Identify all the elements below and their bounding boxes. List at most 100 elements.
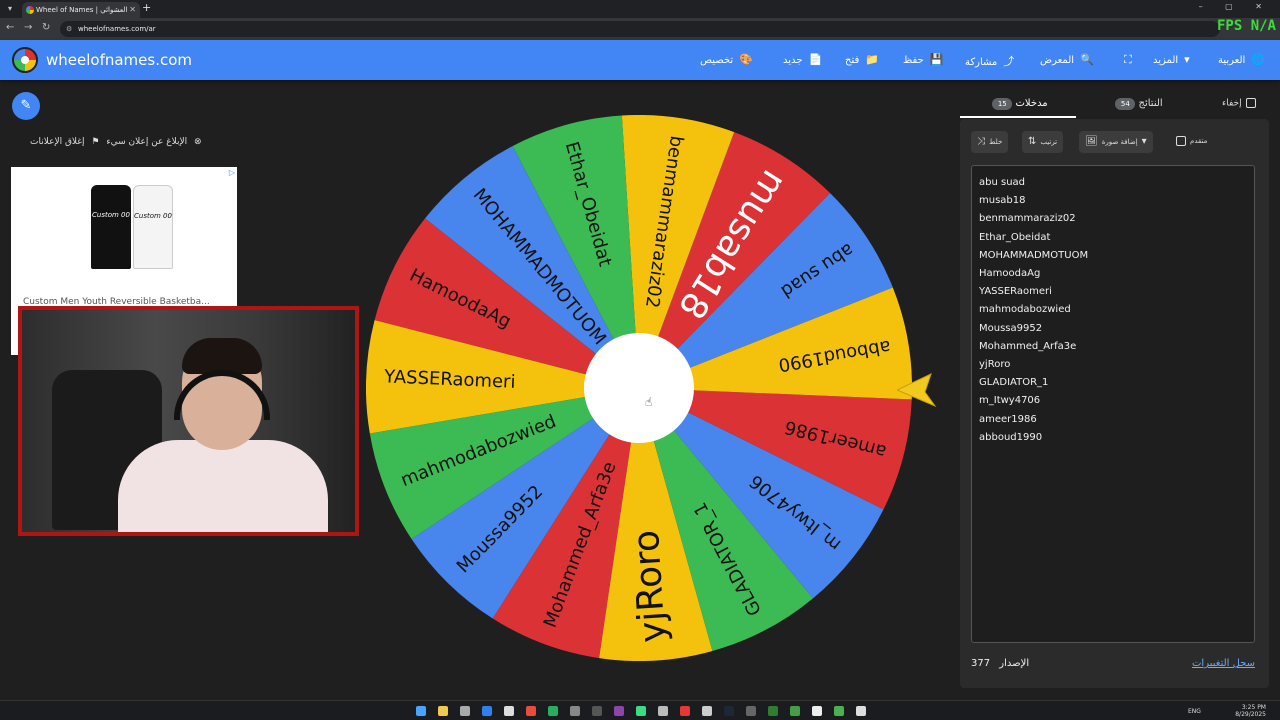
entry-line[interactable]: musab18: [979, 192, 1247, 210]
fullscreen-icon: ⛶: [1124, 53, 1132, 66]
site-info-icon[interactable]: ⚙: [66, 21, 72, 37]
chrome-icon[interactable]: [526, 706, 536, 716]
steam-icon[interactable]: [724, 706, 734, 716]
wheel-center-hub[interactable]: [584, 333, 694, 443]
shuffle-icon: ⤨: [977, 136, 985, 147]
app-icon[interactable]: [812, 706, 822, 716]
report-ad-link[interactable]: الإبلاغ عن إعلان سيء: [106, 137, 187, 147]
close-circle-icon[interactable]: ⊗: [194, 137, 202, 147]
entry-line[interactable]: HamoodaAg: [979, 265, 1247, 283]
fullscreen-button[interactable]: ⛶: [1118, 53, 1132, 67]
version-label: 377 الإصدار: [971, 658, 1030, 669]
clock[interactable]: 3:25 PM 8/29/2025: [1235, 704, 1266, 718]
flag-icon: ⚑: [91, 137, 100, 147]
entry-line[interactable]: abboud1990: [979, 429, 1247, 447]
back-icon[interactable]: ←: [6, 22, 14, 33]
entry-line[interactable]: mahmodabozwied: [979, 301, 1247, 319]
logo-icon[interactable]: [12, 47, 38, 73]
cursor-icon: ☝: [645, 395, 652, 409]
jersey-white-image: Custom 00: [133, 185, 173, 269]
sort-icon: ⇅: [1028, 136, 1037, 147]
edit-icon[interactable]: ✎: [12, 92, 40, 120]
entry-line[interactable]: abu suad: [979, 174, 1247, 192]
app-icon[interactable]: [658, 706, 668, 716]
app-icon[interactable]: [856, 706, 866, 716]
palette-icon: 🎨: [739, 53, 753, 66]
customize-button[interactable]: تخصيص 🎨: [700, 53, 753, 66]
entries-textarea[interactable]: abu suad musab18 benmammaraziz02 Ethar_Obei…: [971, 165, 1255, 643]
results-count-badge: 54: [1115, 98, 1136, 110]
app-icon[interactable]: [460, 706, 470, 716]
tab-results[interactable]: 54 النتائج: [1082, 90, 1192, 118]
open-button[interactable]: فتح 📁: [845, 53, 879, 66]
ad-controls: الإبلاغ عن إعلان سيء ⚑ إغلاق الإعلانات ⊗: [12, 137, 206, 147]
sort-button[interactable]: ⇅ ترتيب: [1022, 131, 1064, 153]
new-button[interactable]: جديد 📄: [783, 53, 822, 66]
close-tab-icon[interactable]: ✕: [129, 2, 136, 18]
forward-icon[interactable]: →: [24, 22, 32, 33]
entries-panel: ⤨ خلط ⇅ ترتيب 🖼 إضافة صورة ▾ متقدم abu suad m…: [960, 119, 1269, 688]
app-icon[interactable]: [592, 706, 602, 716]
more-button[interactable]: المزيد ▾: [1153, 53, 1190, 66]
chevron-down-icon: ▾: [1184, 53, 1190, 66]
app-icon[interactable]: [636, 706, 646, 716]
entry-line[interactable]: Ethar_Obeidat: [979, 229, 1247, 247]
chevron-down-icon: ▾: [1141, 136, 1147, 147]
gallery-button[interactable]: المعرض 🔍: [1040, 53, 1094, 66]
app-icon[interactable]: [680, 706, 690, 716]
changelog-link[interactable]: سجل التغييرات: [1192, 658, 1255, 669]
app-icon[interactable]: [614, 706, 624, 716]
wheel[interactable]: abu suadmusab18benmammaraziz02Ethar_Obei…: [366, 115, 912, 661]
app-icon[interactable]: [834, 706, 844, 716]
app-icon[interactable]: [548, 706, 558, 716]
url-field[interactable]: ⚙ wheelofnames.com/ar: [60, 21, 1220, 37]
share-button[interactable]: مشاركة ⤴: [965, 53, 1014, 69]
streamer-person: [118, 440, 328, 532]
entry-line[interactable]: Mohammed_Arfa3e: [979, 338, 1247, 356]
close-ads-link[interactable]: إغلاق الإعلانات: [30, 137, 85, 147]
app-icon[interactable]: [746, 706, 756, 716]
jersey-black-image: Custom 00: [91, 185, 131, 269]
entry-line[interactable]: ameer1986: [979, 411, 1247, 429]
app-icon[interactable]: [790, 706, 800, 716]
entry-line[interactable]: GLADIATOR_1: [979, 374, 1247, 392]
new-tab-icon[interactable]: +: [142, 1, 151, 14]
entry-line[interactable]: Moussa9952: [979, 320, 1247, 338]
start-icon[interactable]: [416, 706, 426, 716]
checkbox-icon[interactable]: [1176, 136, 1186, 146]
entry-line[interactable]: MOHAMMADMOTUOM: [979, 247, 1247, 265]
checkbox-icon[interactable]: [1245, 98, 1256, 108]
app-icon[interactable]: [504, 706, 514, 716]
tab-entries[interactable]: 15 مدخلات: [960, 90, 1076, 118]
window-controls[interactable]: – ▢ ✕: [1199, 2, 1272, 11]
advanced-checkbox[interactable]: متقدم: [1176, 136, 1207, 146]
add-image-button[interactable]: 🖼 إضافة صورة ▾: [1079, 131, 1153, 153]
search-icon: 🔍: [1080, 53, 1094, 66]
entry-line[interactable]: m_Itwy4706: [979, 392, 1247, 410]
entry-line[interactable]: yjRoro: [979, 356, 1247, 374]
language-indicator[interactable]: ENG: [1188, 708, 1201, 715]
app-icon[interactable]: [702, 706, 712, 716]
browser-tabbar: ▾ Wheel of Names | العشوائي ✕ + – ▢ ✕: [0, 0, 1280, 18]
explorer-icon[interactable]: [438, 706, 448, 716]
wheel-pointer-icon: [897, 373, 937, 408]
url-text: wheelofnames.com/ar: [78, 25, 156, 33]
app-icon[interactable]: [768, 706, 778, 716]
edge-icon[interactable]: [482, 706, 492, 716]
site-name[interactable]: wheelofnames.com: [46, 51, 192, 69]
app-icon[interactable]: [570, 706, 580, 716]
hide-checkbox[interactable]: إخفاء: [1222, 98, 1256, 109]
save-icon: 💾: [929, 53, 944, 66]
adchoices-icon[interactable]: ▷: [229, 168, 235, 177]
browser-tab[interactable]: Wheel of Names | العشوائي ✕: [22, 2, 140, 18]
file-icon: 📄: [808, 53, 823, 66]
save-button[interactable]: حفظ 💾: [903, 53, 943, 66]
entry-line[interactable]: benmammaraziz02: [979, 210, 1247, 228]
language-button[interactable]: العربية 🌐: [1218, 53, 1265, 66]
folder-icon: 📁: [865, 53, 879, 66]
entries-count-badge: 15: [992, 98, 1013, 110]
shuffle-button[interactable]: ⤨ خلط: [971, 131, 1009, 153]
reload-icon[interactable]: ↻: [42, 22, 50, 33]
tab-search-icon[interactable]: ▾: [4, 3, 16, 15]
entry-line[interactable]: YASSERaomeri: [979, 283, 1247, 301]
